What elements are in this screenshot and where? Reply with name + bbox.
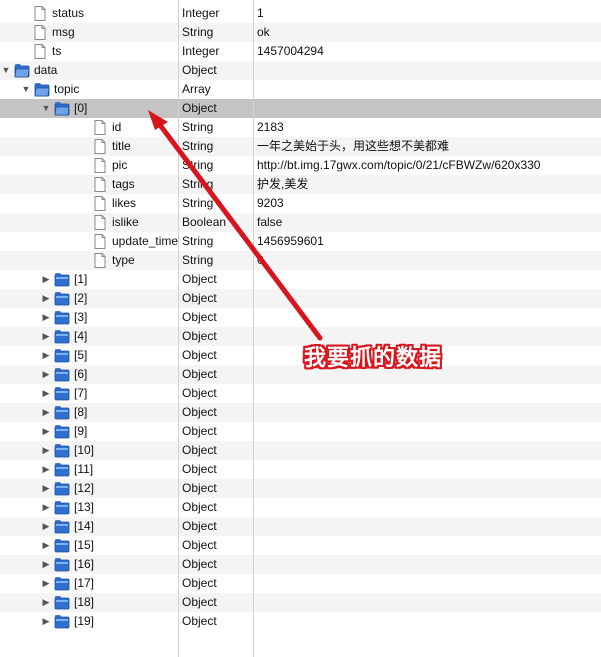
annotation-label: 我要抓的数据 — [304, 345, 443, 370]
annotation-arrow-icon — [148, 110, 323, 341]
